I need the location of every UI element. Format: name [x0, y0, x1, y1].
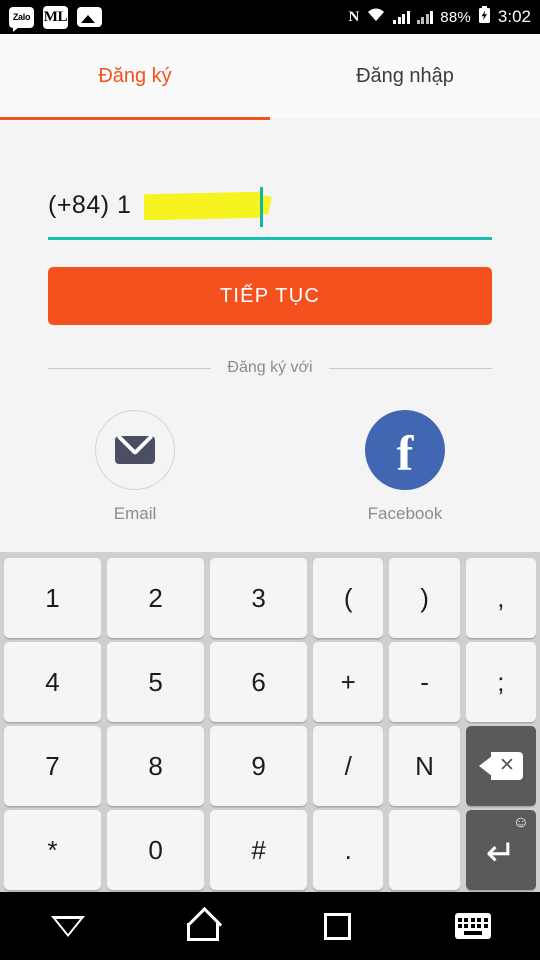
continue-button[interactable]: TIẾP TỤC [48, 267, 492, 325]
register-form: (+84) 1 TIẾP TỤC Đăng ký với Email f Fac [0, 120, 540, 552]
ml-app-icon: ML [43, 5, 68, 29]
backspace-key[interactable]: ✕ [465, 726, 537, 806]
key-open-paren[interactable]: ( [313, 558, 384, 638]
key-blank[interactable] [389, 810, 460, 890]
clock-label: 3:02 [497, 7, 531, 26]
nav-home-button[interactable] [135, 911, 270, 941]
key-1[interactable]: 1 [4, 558, 102, 638]
social-divider: Đăng ký với [48, 357, 492, 379]
key-4[interactable]: 4 [4, 642, 102, 722]
facebook-signup-label: Facebook [367, 504, 443, 523]
key-3[interactable]: 3 [210, 558, 308, 638]
phone-number-value: (+84) 1 [48, 191, 132, 219]
key-n[interactable]: N [389, 726, 460, 806]
key-minus[interactable]: - [389, 642, 460, 722]
keyboard-row: * 0 # . ☺ ↵ [4, 810, 537, 890]
key-slash[interactable]: / [313, 726, 384, 806]
phone-number-redaction-highlight [144, 191, 262, 221]
on-screen-keyboard: 1 2 3 ( ) , 4 5 6 + - ; 7 8 9 / N ✕ * 0 … [0, 552, 540, 892]
key-semicolon[interactable]: ; [465, 642, 537, 722]
enter-key[interactable]: ☺ ↵ [465, 810, 537, 890]
nav-recents-button[interactable] [270, 912, 405, 940]
auth-tab-bar: Đăng ký Đăng nhập [0, 34, 540, 119]
tab-register[interactable]: Đăng ký [0, 34, 270, 119]
key-period[interactable]: . [313, 810, 384, 890]
email-signup-label: Email [113, 504, 157, 523]
keyboard-row: 7 8 9 / N ✕ [4, 726, 537, 806]
signal-icon-sim2 [416, 10, 434, 24]
key-6[interactable]: 6 [210, 642, 308, 722]
battery-percent-label: 88% [440, 8, 471, 26]
key-5[interactable]: 5 [107, 642, 205, 722]
nfc-icon: N [348, 8, 360, 25]
key-comma[interactable]: , [465, 558, 537, 638]
key-asterisk[interactable]: * [4, 810, 102, 890]
down-triangle-icon [50, 915, 85, 937]
keyboard-row: 1 2 3 ( ) , [4, 558, 537, 638]
system-navigation-bar [0, 892, 540, 960]
key-hash[interactable]: # [210, 810, 308, 890]
charging-battery-icon [478, 5, 491, 29]
wifi-icon [366, 7, 386, 27]
backspace-icon: ✕ [478, 752, 523, 780]
keyboard-icon [454, 913, 491, 939]
enter-arrow-icon: ↵ [485, 832, 516, 873]
divider-line-right [328, 367, 492, 369]
status-bar-system: N 88% 3:02 [348, 5, 531, 29]
app-screen: Zalo ML N 88% 3:02 Đăng ký Đăng nhập (+8… [0, 0, 540, 960]
nav-keyboard-button[interactable] [405, 913, 540, 939]
emoji-icon[interactable]: ☺ [513, 814, 529, 832]
divider-line-left [48, 367, 212, 369]
key-0[interactable]: 0 [107, 810, 205, 890]
signal-icon-sim1 [393, 10, 410, 24]
square-icon [324, 912, 351, 940]
status-bar-notifications: Zalo ML [9, 5, 102, 32]
key-plus[interactable]: + [313, 642, 384, 722]
status-bar: Zalo ML N 88% 3:02 [0, 0, 540, 34]
key-2[interactable]: 2 [107, 558, 205, 638]
email-signup-button[interactable]: Email [0, 410, 270, 524]
gallery-app-icon [77, 7, 102, 27]
tab-login[interactable]: Đăng nhập [270, 34, 540, 119]
key-9[interactable]: 9 [210, 726, 308, 806]
phone-number-input[interactable]: (+84) 1 [48, 185, 492, 237]
facebook-f-icon: f [396, 425, 414, 481]
envelope-icon [115, 436, 155, 464]
phone-input-underline [48, 237, 492, 240]
key-8[interactable]: 8 [107, 726, 205, 806]
facebook-signup-button[interactable]: f Facebook [270, 410, 540, 524]
key-7[interactable]: 7 [4, 726, 102, 806]
home-icon [186, 911, 219, 941]
nav-back-button[interactable] [0, 915, 135, 937]
social-signup-options: Email f Facebook [0, 410, 540, 524]
zalo-app-icon: Zalo [9, 6, 34, 32]
facebook-icon-circle: f [365, 410, 445, 490]
divider-label: Đăng ký với [227, 359, 313, 376]
text-cursor [260, 187, 263, 227]
key-close-paren[interactable]: ) [389, 558, 460, 638]
email-icon-circle [95, 410, 175, 490]
keyboard-row: 4 5 6 + - ; [4, 642, 537, 722]
